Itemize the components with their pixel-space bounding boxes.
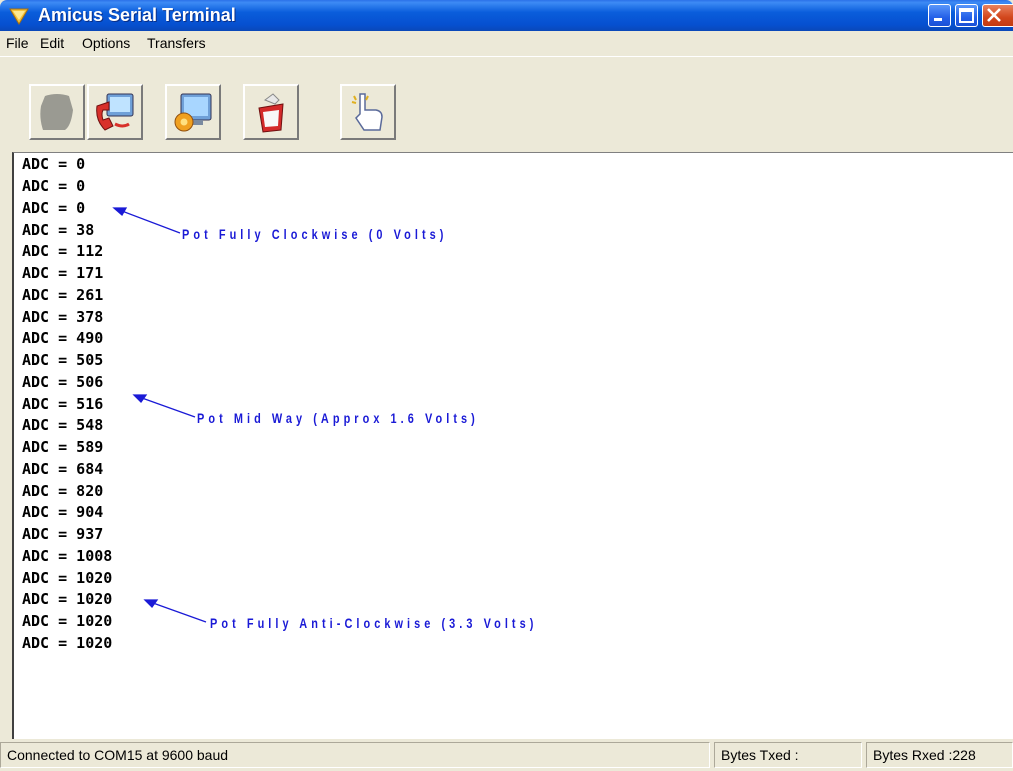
menu-edit[interactable]: Edit: [40, 35, 64, 51]
annotation-arrow: [121, 210, 181, 234]
status-bytes-rxed: Bytes Rxed :228: [866, 742, 1013, 768]
arrowhead-icon: [132, 394, 148, 404]
toolbar-button-settings[interactable]: [165, 84, 221, 140]
minimize-button[interactable]: [928, 4, 951, 27]
toolbar: [0, 56, 1013, 153]
maximize-button[interactable]: [955, 4, 978, 27]
app-icon[interactable]: [9, 7, 29, 25]
annotation-arrow: [152, 602, 207, 623]
clear-screen-icon: [258, 93, 284, 133]
terminal-output[interactable]: ADC = 0 ADC = 0 ADC = 0 ADC = 38 ADC = 1…: [12, 152, 1013, 739]
toolbar-button-disabled[interactable]: [29, 84, 85, 140]
close-button[interactable]: [982, 4, 1013, 27]
disabled-blank-icon: [40, 94, 73, 130]
arrowhead-icon: [112, 207, 128, 217]
pointing-hand-icon: [351, 93, 383, 131]
annotation-midway: Pot Mid Way (Approx 1.6 Volts): [197, 410, 479, 426]
close-icon: [987, 8, 1001, 22]
toolbar-button-clear[interactable]: [243, 84, 299, 140]
arrowhead-icon: [143, 599, 159, 609]
menu-options[interactable]: Options: [82, 35, 130, 51]
maximize-icon: [959, 8, 974, 23]
annotation-arrows: [112, 207, 207, 623]
phone-connect-icon: [96, 93, 134, 131]
menu-bar: File Edit Options Transfers: [0, 31, 1013, 56]
toolbar-button-pointer[interactable]: [340, 84, 396, 140]
menu-file[interactable]: File: [6, 35, 29, 51]
annotation-arrow: [141, 397, 196, 418]
status-bar: Connected to COM15 at 9600 baud Bytes Tx…: [0, 739, 1013, 771]
monitor-settings-icon: [174, 93, 212, 132]
title-bar[interactable]: Amicus Serial Terminal: [0, 0, 1013, 31]
window-title: Amicus Serial Terminal: [38, 5, 236, 25]
minimize-icon: [934, 18, 942, 21]
menu-transfers[interactable]: Transfers: [147, 35, 206, 51]
status-bytes-txed: Bytes Txed :: [714, 742, 862, 768]
annotation-anticlockwise: Pot Fully Anti-Clockwise (3.3 Volts): [210, 615, 538, 631]
status-connection: Connected to COM15 at 9600 baud: [0, 742, 710, 768]
annotation-clockwise: Pot Fully Clockwise (0 Volts): [182, 226, 448, 242]
toolbar-button-connect[interactable]: [87, 84, 143, 140]
